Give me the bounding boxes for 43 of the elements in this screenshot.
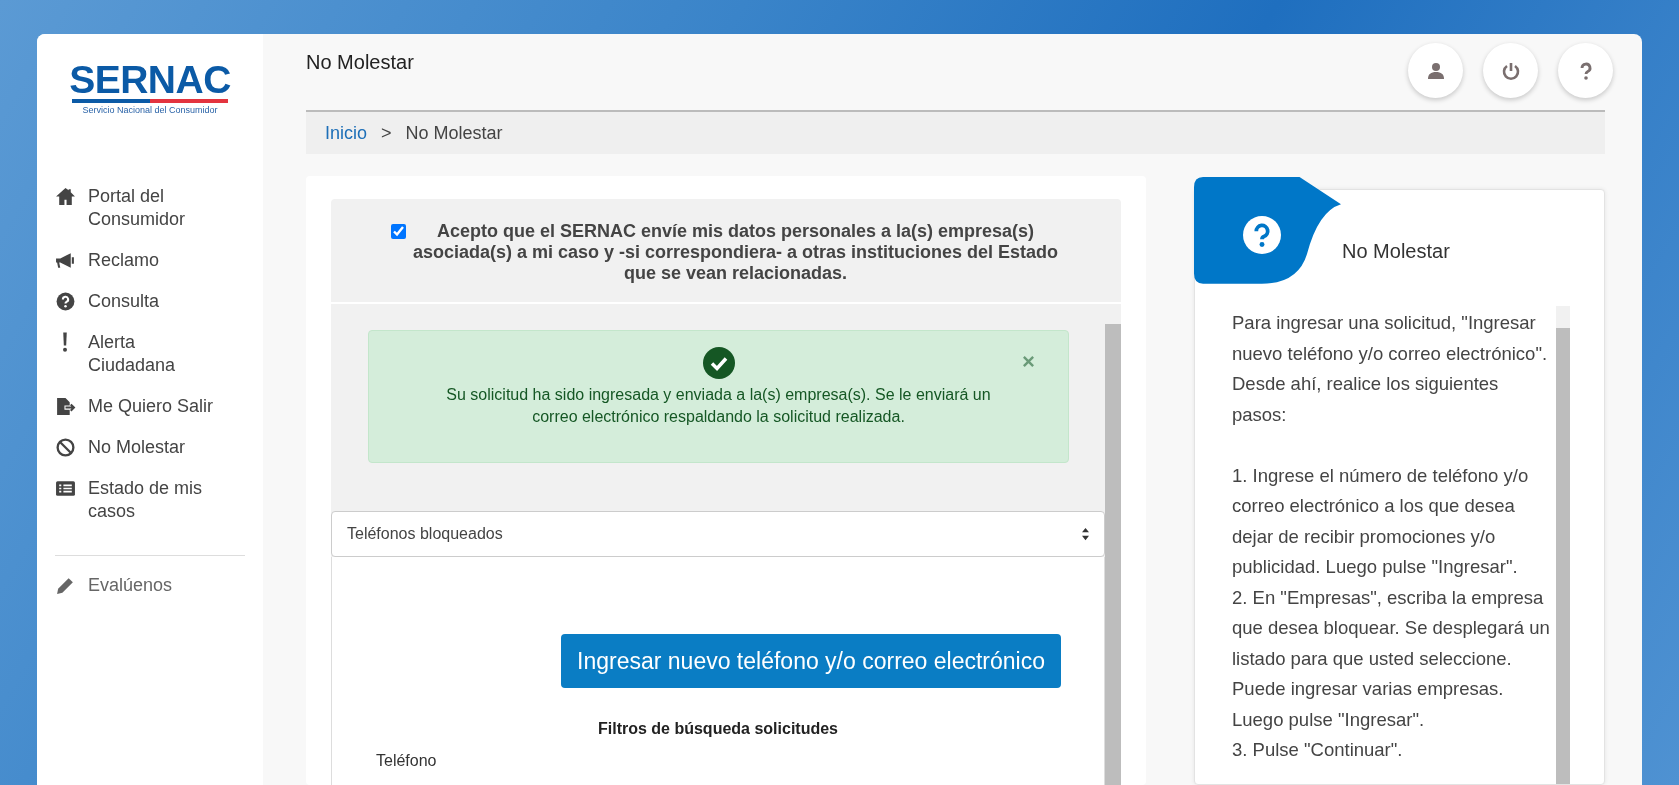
help-step: 2. En "Empresas", escriba la empresa que desea bloquear. Se desplegará un listado para que usted seleccione. Puede ingresar varias empresas. Luego pulse "Ingresar". — [1232, 582, 1550, 735]
breadcrumb-separator: > — [381, 122, 392, 144]
sidebar-item[interactable]: Me Quiero Salir — [55, 395, 245, 418]
help-step: 1. Ingrese el número de teléfono y/o correo electrónico a los que desea dejar de recibir promociones y/o publicidad. Luego pulse "Ingresar". — [1232, 460, 1550, 583]
sidebar-item[interactable]: Consulta — [55, 290, 245, 313]
pencil-icon — [55, 575, 76, 596]
help-button[interactable] — [1558, 43, 1613, 98]
sidebar-item[interactable]: Evalúenos — [55, 574, 245, 597]
sidebar-item[interactable]: Reclamo — [55, 249, 245, 272]
list-select[interactable]: Teléfonos bloqueados — [331, 511, 1105, 557]
list-icon — [55, 478, 76, 499]
help-step: 3. Pulse "Continuar". — [1232, 735, 1550, 766]
power-icon — [1500, 60, 1521, 81]
user-icon — [1425, 60, 1446, 81]
breadcrumb-current: No Molestar — [405, 122, 503, 144]
file-exit-icon — [55, 396, 76, 417]
sidebar-item[interactable]: No Molestar — [55, 436, 245, 459]
new-entry-button[interactable]: Ingresar nuevo teléfono y/o correo electrónico — [561, 634, 1061, 688]
alert-message: Su solicitud ha sido ingresada y enviada a la(s) empresa(s). Se le enviará un correo electrónico respaldando la solicitud realizada. — [445, 385, 992, 427]
help-icon — [55, 291, 76, 312]
sidebar-item[interactable]: Estado de mis casos — [55, 477, 245, 523]
ban-icon — [55, 437, 76, 458]
consent-checkbox[interactable] — [391, 224, 406, 239]
exclamation-icon — [62, 332, 68, 352]
page-title: No Molestar — [306, 51, 414, 74]
consent-text: Acepto que el SERNAC envíe mis datos personales a la(s) empresa(s) asociada(s) a mi caso y -si correspondiera- a otras instituciones del Estado que se vean relacionadas. — [411, 221, 1060, 284]
sort-caret-icon — [1081, 527, 1090, 541]
scrollbar[interactable] — [1556, 306, 1570, 784]
megaphone-icon — [55, 250, 76, 271]
breadcrumb-link[interactable]: Inicio — [325, 122, 368, 144]
filters-heading: Filtros de búsqueda solicitudes — [596, 720, 839, 738]
sernac-logo: SERNAC Servicio Nacional del Consumidor — [71, 62, 229, 115]
check-circle-icon — [702, 347, 735, 379]
sidebar-item[interactable]: Portal del Consumidor — [55, 185, 245, 231]
sidebar-item[interactable]: Alerta Ciudadana — [55, 331, 245, 377]
help-icon — [1243, 216, 1281, 254]
logout-button[interactable] — [1483, 43, 1538, 98]
home-icon — [55, 186, 76, 207]
help-title: No Molestar — [1342, 240, 1450, 263]
close-icon[interactable] — [1022, 355, 1035, 368]
field-label: Teléfono — [376, 752, 438, 770]
profile-button[interactable] — [1408, 43, 1463, 98]
help-paragraph: Para ingresar una solicitud, "Ingresar nuevo teléfono y/o correo electrónico". Desde ahí, realice los siguientes pasos: — [1232, 311, 1549, 427]
